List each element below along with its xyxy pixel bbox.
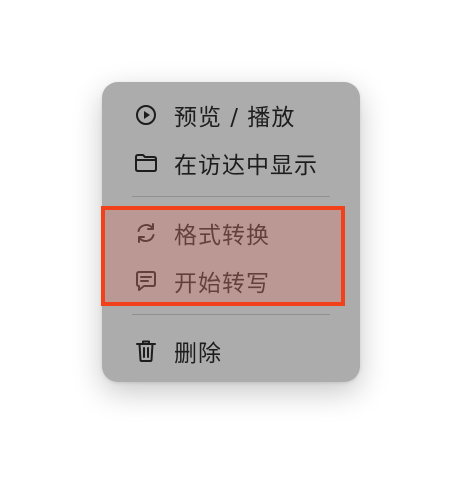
menu-item-preview-play[interactable]: 预览 / 播放 [102, 92, 360, 138]
menu-item-show-in-finder[interactable]: 在访达中显示 [102, 140, 360, 186]
play-circle-icon [134, 103, 158, 127]
menu-item-label: 删除 [174, 341, 222, 367]
highlight-box [101, 206, 345, 306]
menu-item-label: 在访达中显示 [174, 153, 318, 179]
menu-item-delete[interactable]: 删除 [102, 328, 360, 374]
menu-item-label: 预览 / 播放 [174, 105, 296, 131]
trash-icon [134, 339, 158, 363]
folder-icon [134, 151, 158, 175]
menu-divider [132, 314, 330, 315]
menu-divider [132, 196, 330, 197]
